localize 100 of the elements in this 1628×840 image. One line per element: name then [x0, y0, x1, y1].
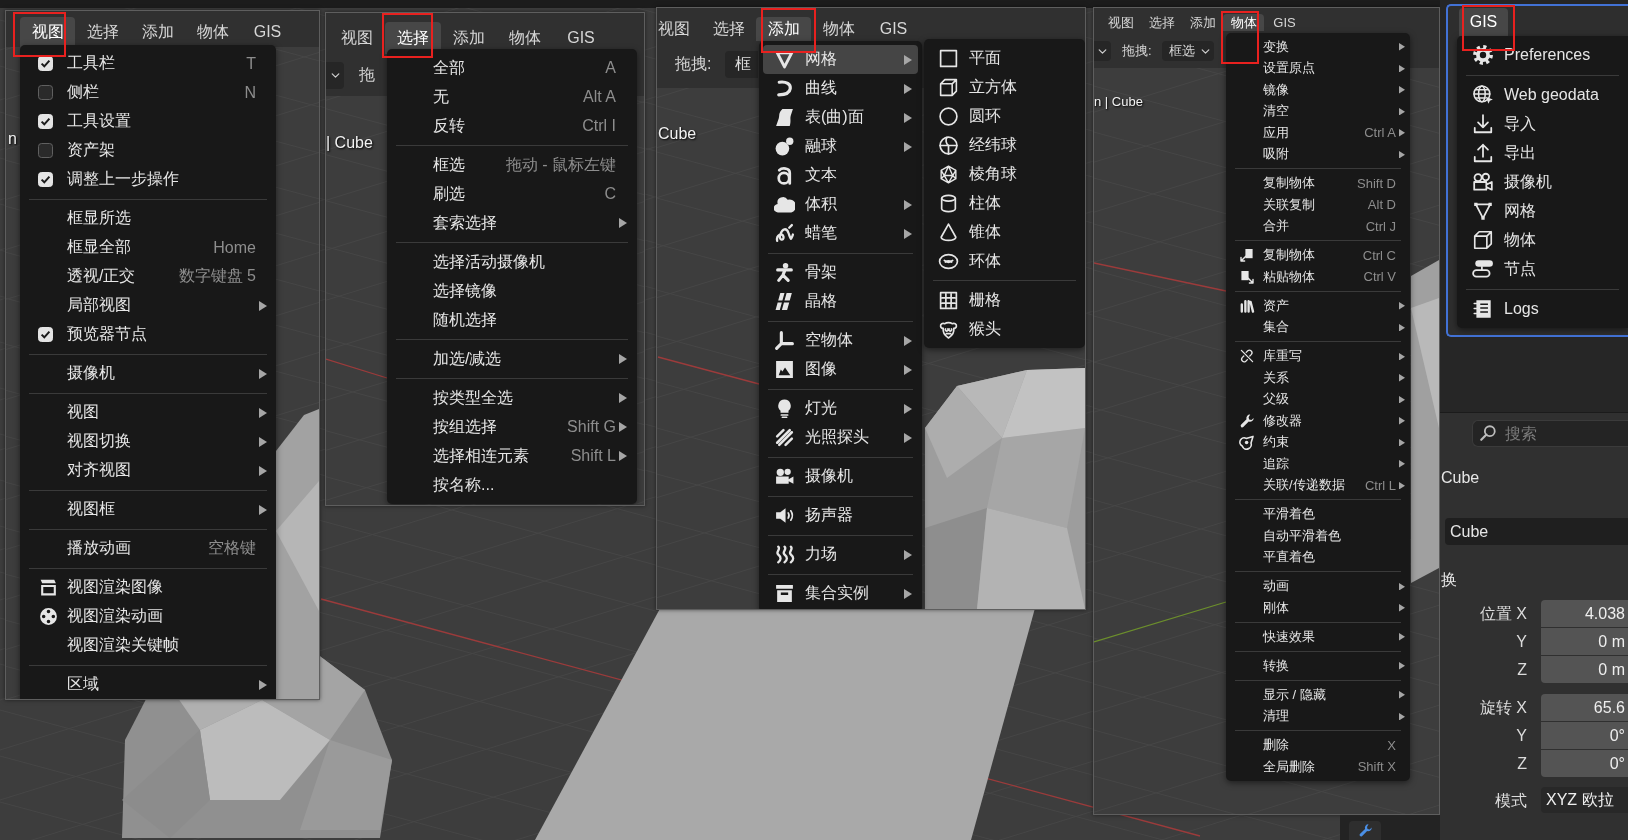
menu-item[interactable]: 文本	[763, 161, 918, 190]
menu-item[interactable]: 集合实例	[763, 579, 918, 608]
menu-item[interactable]: 选择相连元素 Shift L	[391, 441, 633, 471]
menu-item[interactable]: 设置原点	[1230, 57, 1406, 79]
menu-item[interactable]: 父级	[1230, 388, 1406, 410]
menu-item[interactable]: 快速效果	[1230, 626, 1406, 648]
menu-item[interactable]: 清理	[1230, 705, 1406, 727]
menu-tab[interactable]: GIS	[240, 17, 295, 47]
menu-item[interactable]: 复制物体 Shift D	[1230, 172, 1406, 194]
menu-tab[interactable]: 物体	[185, 17, 240, 47]
menu-item[interactable]: 变换	[1230, 36, 1406, 58]
menu-item[interactable]: 锥体	[928, 217, 1081, 247]
menu-item[interactable]: 资产	[1230, 295, 1406, 317]
menu-tab[interactable]: GIS	[1264, 14, 1305, 31]
menu-tab[interactable]: 添加	[1182, 14, 1223, 31]
menu-item[interactable]: 灯光	[763, 394, 918, 423]
menu-tab[interactable]: 视图	[657, 17, 701, 41]
menu-item[interactable]: 力场	[763, 540, 918, 569]
menu-item[interactable]: 资产架	[24, 136, 272, 165]
menu-item[interactable]: 区域	[24, 670, 272, 699]
menu-item[interactable]: 圆环	[928, 101, 1081, 131]
menu-item[interactable]: 光照探头	[763, 423, 918, 452]
menu-item[interactable]: 选择活动摄像机	[391, 247, 633, 277]
menu-item[interactable]: 复制物体 Ctrl C	[1230, 244, 1406, 266]
menu-item[interactable]: 框选 拖动 - 鼠标左键	[391, 150, 633, 180]
menu-item[interactable]: 扬声器	[763, 501, 918, 530]
menu-item[interactable]: 透视/正交 数字键盘 5	[24, 262, 272, 291]
number-field[interactable]: 4.038	[1541, 600, 1628, 627]
menu-item[interactable]: 刚体	[1230, 597, 1406, 619]
menu-tab[interactable]: GIS	[866, 17, 921, 41]
menu-item[interactable]: 栅格	[928, 285, 1081, 315]
number-field[interactable]: 0°	[1541, 750, 1628, 777]
menu-item[interactable]: 随机选择	[391, 305, 633, 335]
menu-item[interactable]: 清空	[1230, 100, 1406, 122]
menu-item[interactable]: 播放动画 空格键	[24, 534, 272, 563]
menu-item[interactable]: 空物体	[763, 326, 918, 355]
menu-item[interactable]: 选择镜像	[391, 276, 633, 306]
menu-item[interactable]: 曲线	[763, 74, 918, 103]
menu-item[interactable]: 预览器节点	[24, 320, 272, 349]
number-field[interactable]: 65.6	[1541, 694, 1628, 721]
menu-tab[interactable]: 视图	[20, 17, 75, 47]
menu-item[interactable]: 视图渲染动画	[24, 602, 272, 631]
menu-item[interactable]: 视图	[24, 398, 272, 427]
menu-item[interactable]: 关联/传递数据 Ctrl L	[1230, 474, 1406, 496]
menu-item[interactable]: 摄像机	[763, 462, 918, 491]
menu-item[interactable]: 转换	[1230, 655, 1406, 677]
menu-tab[interactable]: GIS	[1459, 8, 1508, 36]
menu-tab[interactable]: 选择	[75, 17, 130, 47]
menu-tab[interactable]: 选择	[1141, 14, 1182, 31]
menu-item[interactable]: 库重写	[1230, 345, 1406, 367]
menu-item[interactable]: 全部 A	[391, 53, 633, 83]
menu-item[interactable]: 视图框	[24, 495, 272, 524]
menu-tab[interactable]: 添加	[130, 17, 185, 47]
menu-item[interactable]: 粘贴物体 Ctrl V	[1230, 266, 1406, 288]
menu-item[interactable]: 合并 Ctrl J	[1230, 215, 1406, 237]
menu-item[interactable]: Preferences	[1461, 40, 1624, 70]
select-mode-dropdown[interactable]: 框	[725, 51, 759, 78]
menu-item[interactable]: 工具栏 T	[24, 49, 272, 78]
menu-item[interactable]: 关系	[1230, 367, 1406, 389]
menu-item[interactable]: 视图切换	[24, 427, 272, 456]
menu-item[interactable]: 刷选 C	[391, 179, 633, 209]
menu-item[interactable]: 侧栏 N	[24, 78, 272, 107]
menu-item[interactable]: 柱体	[928, 188, 1081, 218]
name-field[interactable]: Cube	[1445, 518, 1628, 545]
menu-item[interactable]: 猴头	[928, 314, 1081, 344]
menu-item[interactable]: 网格	[763, 45, 918, 74]
menu-item[interactable]: 套索选择	[391, 208, 633, 238]
menu-item[interactable]: 修改器	[1230, 410, 1406, 432]
menu-item[interactable]: 导入	[1461, 109, 1624, 139]
properties-tab[interactable]	[1349, 821, 1381, 840]
menu-tab[interactable]: 添加	[441, 22, 497, 54]
menu-tab[interactable]: 物体	[497, 22, 553, 54]
number-field[interactable]: 0 m	[1541, 656, 1628, 683]
menu-tab[interactable]: 选择	[701, 17, 756, 41]
menu-item[interactable]: 集合	[1230, 316, 1406, 338]
menu-item[interactable]: 加选/减选	[391, 344, 633, 374]
menu-item[interactable]: 框显所选	[24, 204, 272, 233]
menu-item[interactable]: 工具设置	[24, 107, 272, 136]
menu-item[interactable]: 按组选择 Shift G	[391, 412, 633, 442]
menu-item[interactable]: 导出	[1461, 138, 1624, 168]
mode-dropdown[interactable]	[1094, 41, 1111, 61]
search-field[interactable]: 搜索	[1472, 420, 1628, 447]
checkbox[interactable]	[38, 85, 53, 100]
menu-item[interactable]: 局部视图	[24, 291, 272, 320]
menu-item[interactable]: 删除 X	[1230, 734, 1406, 756]
menu-item[interactable]: 网格	[1461, 196, 1624, 226]
menu-item[interactable]: 调整上一步操作	[24, 165, 272, 194]
menu-item[interactable]: 骨架	[763, 258, 918, 287]
menu-item[interactable]: 体积	[763, 190, 918, 219]
menu-item[interactable]: Web geodata	[1461, 80, 1624, 110]
menu-item[interactable]: 框显全部 Home	[24, 233, 272, 262]
menu-item[interactable]: 关联复制 Alt D	[1230, 194, 1406, 216]
menu-item[interactable]: 全局删除 Shift X	[1230, 756, 1406, 778]
menu-item[interactable]: 棱角球	[928, 159, 1081, 189]
menu-tab[interactable]: GIS	[553, 22, 609, 54]
menu-tab[interactable]: 视图	[329, 22, 385, 54]
menu-item[interactable]: 按名称...	[391, 470, 633, 500]
menu-item[interactable]: 图像	[763, 355, 918, 384]
menu-item[interactable]: 平滑着色	[1230, 503, 1406, 525]
menu-item[interactable]: 镜像	[1230, 79, 1406, 101]
